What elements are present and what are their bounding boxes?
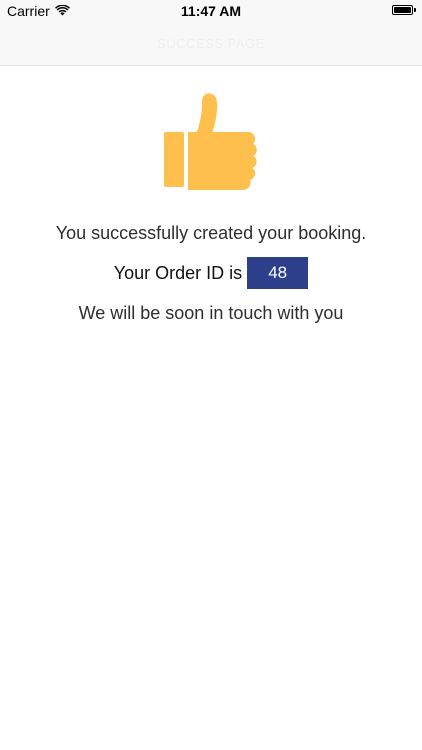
order-id-badge: 48 (247, 257, 309, 289)
success-screen: Carrier 11:47 AM SUCCESS PAGE You succes… (0, 0, 422, 750)
thumbs-up-icon (158, 90, 262, 194)
battery-body (392, 5, 413, 15)
battery-icon (392, 5, 416, 15)
status-time: 11:47 AM (180, 3, 242, 19)
contact-message: We will be soon in touch with you (78, 303, 344, 323)
status-bar: Carrier 11:47 AM (0, 0, 422, 22)
battery-tip (414, 8, 416, 12)
navigation-bar: SUCCESS PAGE (0, 22, 422, 66)
order-id-label: Your Order ID is (113, 262, 243, 283)
order-id-row: Your Order ID is 48 (0, 257, 422, 289)
success-message: You successfully created your booking. (55, 223, 367, 243)
battery-fill (394, 7, 411, 13)
page-title: SUCCESS PAGE (157, 36, 265, 51)
